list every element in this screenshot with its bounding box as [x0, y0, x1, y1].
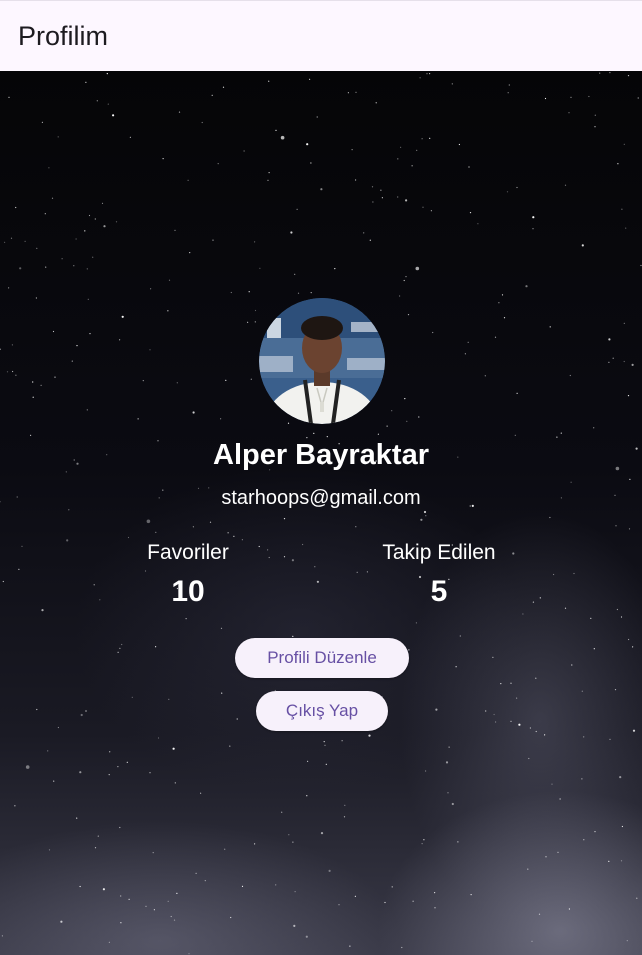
page-title: Profilim: [18, 20, 109, 51]
favorites-count: 10: [171, 575, 205, 608]
edit-profile-button[interactable]: Profili Düzenle: [235, 638, 409, 678]
favorites-label: Favoriler: [147, 541, 229, 564]
profile-photo-icon: [259, 298, 385, 424]
profile-screen: Profilim Alper Bayraktar starhoops@gmail…: [0, 0, 642, 955]
profile-name: Alper Bayraktar: [213, 439, 429, 471]
stat-following: Takip Edilen 5: [369, 541, 509, 609]
profile-email: starhoops@gmail.com: [221, 487, 421, 509]
profile-content: Alper Bayraktar starhoops@gmail.com Favo…: [0, 71, 642, 955]
app-bar: Profilim: [0, 0, 642, 71]
avatar[interactable]: [259, 298, 385, 424]
following-count: 5: [430, 575, 448, 608]
following-label: Takip Edilen: [382, 541, 496, 564]
logout-button[interactable]: Çıkış Yap: [256, 691, 388, 731]
stat-favorites: Favoriler 10: [128, 541, 248, 609]
